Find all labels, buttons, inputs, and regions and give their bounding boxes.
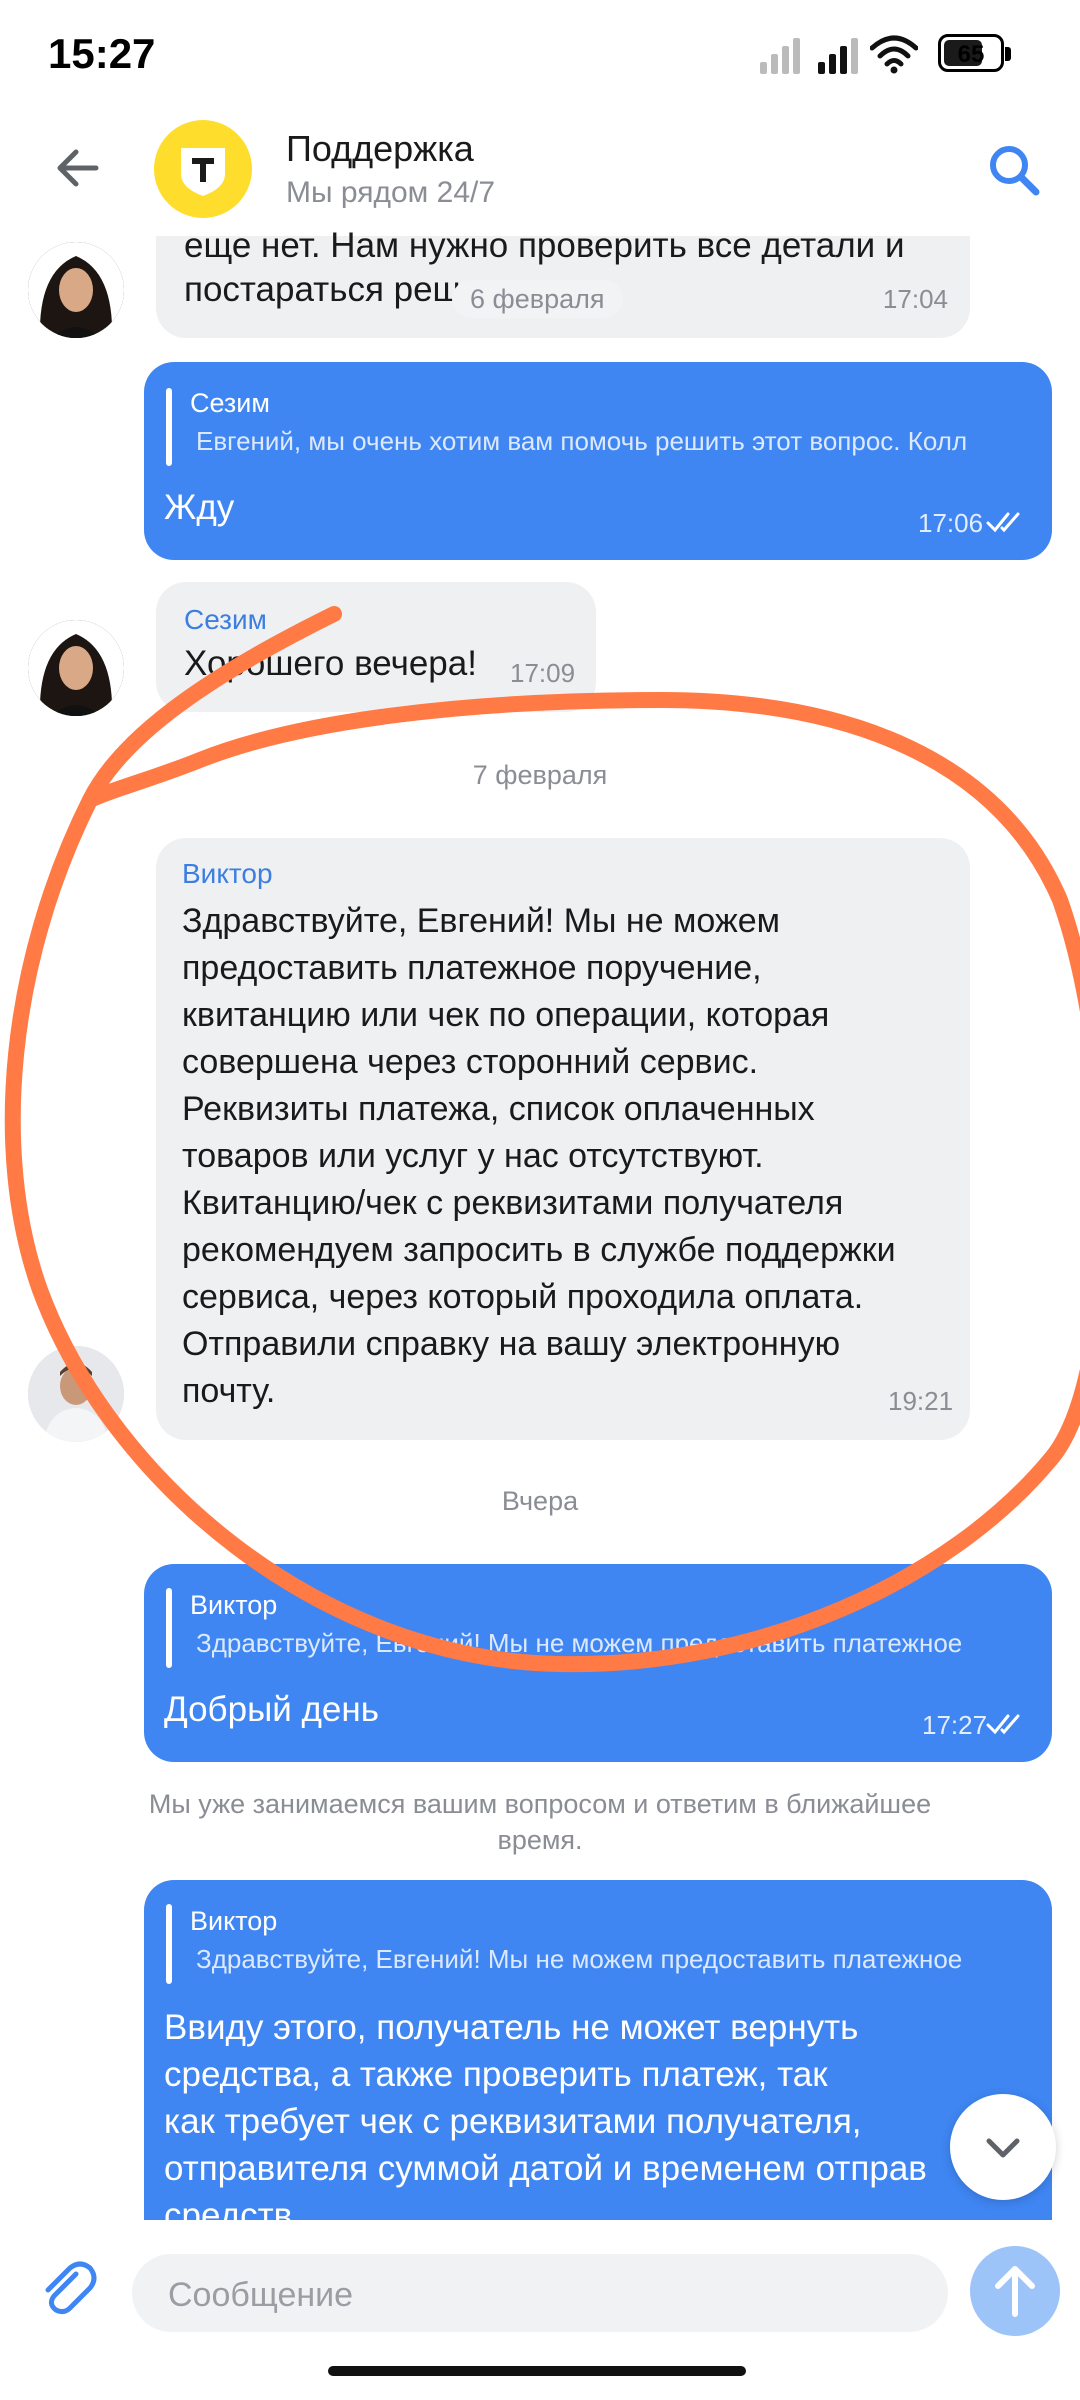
message-line: предоставить платежное поручение,: [182, 949, 762, 987]
message-line: Отправили справку на вашу электронную: [182, 1325, 841, 1363]
quote-name: Виктор: [190, 1590, 278, 1620]
message-line: почту.: [182, 1372, 276, 1410]
message-bubble-3[interactable]: Сезим Хорошего вечера! 17:09: [156, 582, 596, 712]
message-time: 17:09: [510, 658, 576, 688]
battery-cap: [1005, 47, 1011, 61]
quote-text: Здравствуйте, Евгений! Мы не можем предо…: [196, 1944, 963, 1974]
message-text: Хорошего вечера!: [184, 644, 477, 683]
arrow-left-icon[interactable]: [50, 140, 106, 196]
message-line: квитанцию или чек по операции, которая: [182, 996, 830, 1034]
message-line: Квитанцию/чек с реквизитами получателя: [182, 1184, 844, 1222]
quote-bar: [166, 1904, 172, 1984]
send-button[interactable]: [970, 2246, 1060, 2336]
avatar-sezim[interactable]: [28, 620, 124, 716]
system-line: Мы уже занимаемся вашим вопросом и ответ…: [148, 1789, 932, 1819]
bank-logo-icon[interactable]: [154, 120, 252, 218]
message-bubble-2[interactable]: Сезим Евгений, мы очень хотим вам помочь…: [144, 362, 1052, 560]
date-separator: 6 февраля: [452, 280, 623, 318]
quote-bar: [166, 388, 172, 466]
message-text: Здравствуйте, Евгений! Мы не можем предо…: [182, 898, 896, 1415]
message-text: Добрый день: [164, 1690, 379, 1729]
system-message: Мы уже занимаемся вашим вопросом и ответ…: [0, 1786, 1080, 1858]
message-line: Ввиду этого, получатель не может вернуть: [164, 2008, 859, 2047]
message-line: рекомендуем запросить в службе поддержки: [182, 1231, 896, 1269]
date-separator: Вчера: [501, 1486, 579, 1516]
message-time: 17:04: [882, 284, 948, 314]
message-text: еще нет. Нам нужно проверить все детали …: [184, 226, 905, 265]
scroll-down-button[interactable]: [950, 2094, 1056, 2200]
quote-name: Сезим: [190, 388, 270, 418]
sender-name: Виктор: [182, 858, 273, 889]
chat-title: Поддержка: [286, 128, 474, 169]
double-check-icon: [986, 1714, 1020, 1735]
message-bubble-5[interactable]: Виктор Здравствуйте, Евгений! Мы не може…: [144, 1564, 1052, 1762]
quote-name: Виктор: [190, 1906, 278, 1936]
message-time: 19:21: [888, 1386, 954, 1416]
double-check-icon: [986, 512, 1020, 533]
wifi-icon: [870, 35, 918, 74]
message-line: Здравствуйте, Евгений! Мы не можем: [182, 902, 780, 940]
arrow-up-icon: [995, 2266, 1035, 2317]
message-text: Ввиду этого, получатель не может вернуть…: [164, 2004, 927, 2220]
quote-text: Евгений, мы очень хотим вам помочь решит…: [196, 426, 968, 456]
quote-bar: [166, 1588, 172, 1668]
message-time: 17:06: [918, 508, 984, 538]
message-time: 17:27: [922, 1710, 988, 1740]
message-line: отправителя суммой датой и временем отпр…: [164, 2149, 927, 2188]
message-text: Жду: [164, 488, 235, 527]
date-separator: 7 февраля: [472, 760, 608, 790]
message-line: средств: [164, 2196, 293, 2220]
message-bubble-4[interactable]: Виктор Здравствуйте, Евгений! Мы не може…: [156, 838, 970, 1440]
system-line: время.: [497, 1825, 583, 1855]
message-input-placeholder: Сообщение: [168, 2276, 354, 2314]
quote-text: Здравствуйте, Евгений! Мы не можем предо…: [196, 1628, 963, 1658]
cellular-signal-icon-2: [818, 34, 862, 74]
battery-level: 65: [957, 41, 985, 68]
avatar-viktor[interactable]: [28, 1346, 124, 1442]
message-line: средства, а также проверить платеж, так: [164, 2055, 828, 2094]
status-time: 15:27: [48, 30, 156, 77]
sender-name: Сезим: [184, 604, 267, 635]
avatar-sezim[interactable]: [28, 242, 124, 338]
message-line: совершена через сторонний сервис.: [182, 1043, 759, 1081]
chat-subtitle: Мы рядом 24/7: [286, 176, 496, 209]
paperclip-icon[interactable]: [36, 2256, 100, 2320]
message-line: сервиса, через который проходила оплата.: [182, 1278, 864, 1316]
home-indicator: [328, 2366, 746, 2376]
message-bubble-6[interactable]: Виктор Здравствуйте, Евгений! Мы не може…: [144, 1880, 1052, 2220]
chevron-down-icon: [986, 2138, 1020, 2158]
message-line: товаров или услуг у нас отсутствуют.: [182, 1137, 764, 1175]
message-line: как требует чек с реквизитами получателя…: [164, 2102, 862, 2141]
search-icon[interactable]: [984, 140, 1044, 200]
message-input[interactable]: Сообщение: [132, 2254, 948, 2332]
battery-icon: 65: [938, 34, 1004, 72]
message-line: Реквизиты платежа, список оплаченных: [182, 1090, 815, 1128]
cellular-signal-icon: [760, 34, 804, 74]
